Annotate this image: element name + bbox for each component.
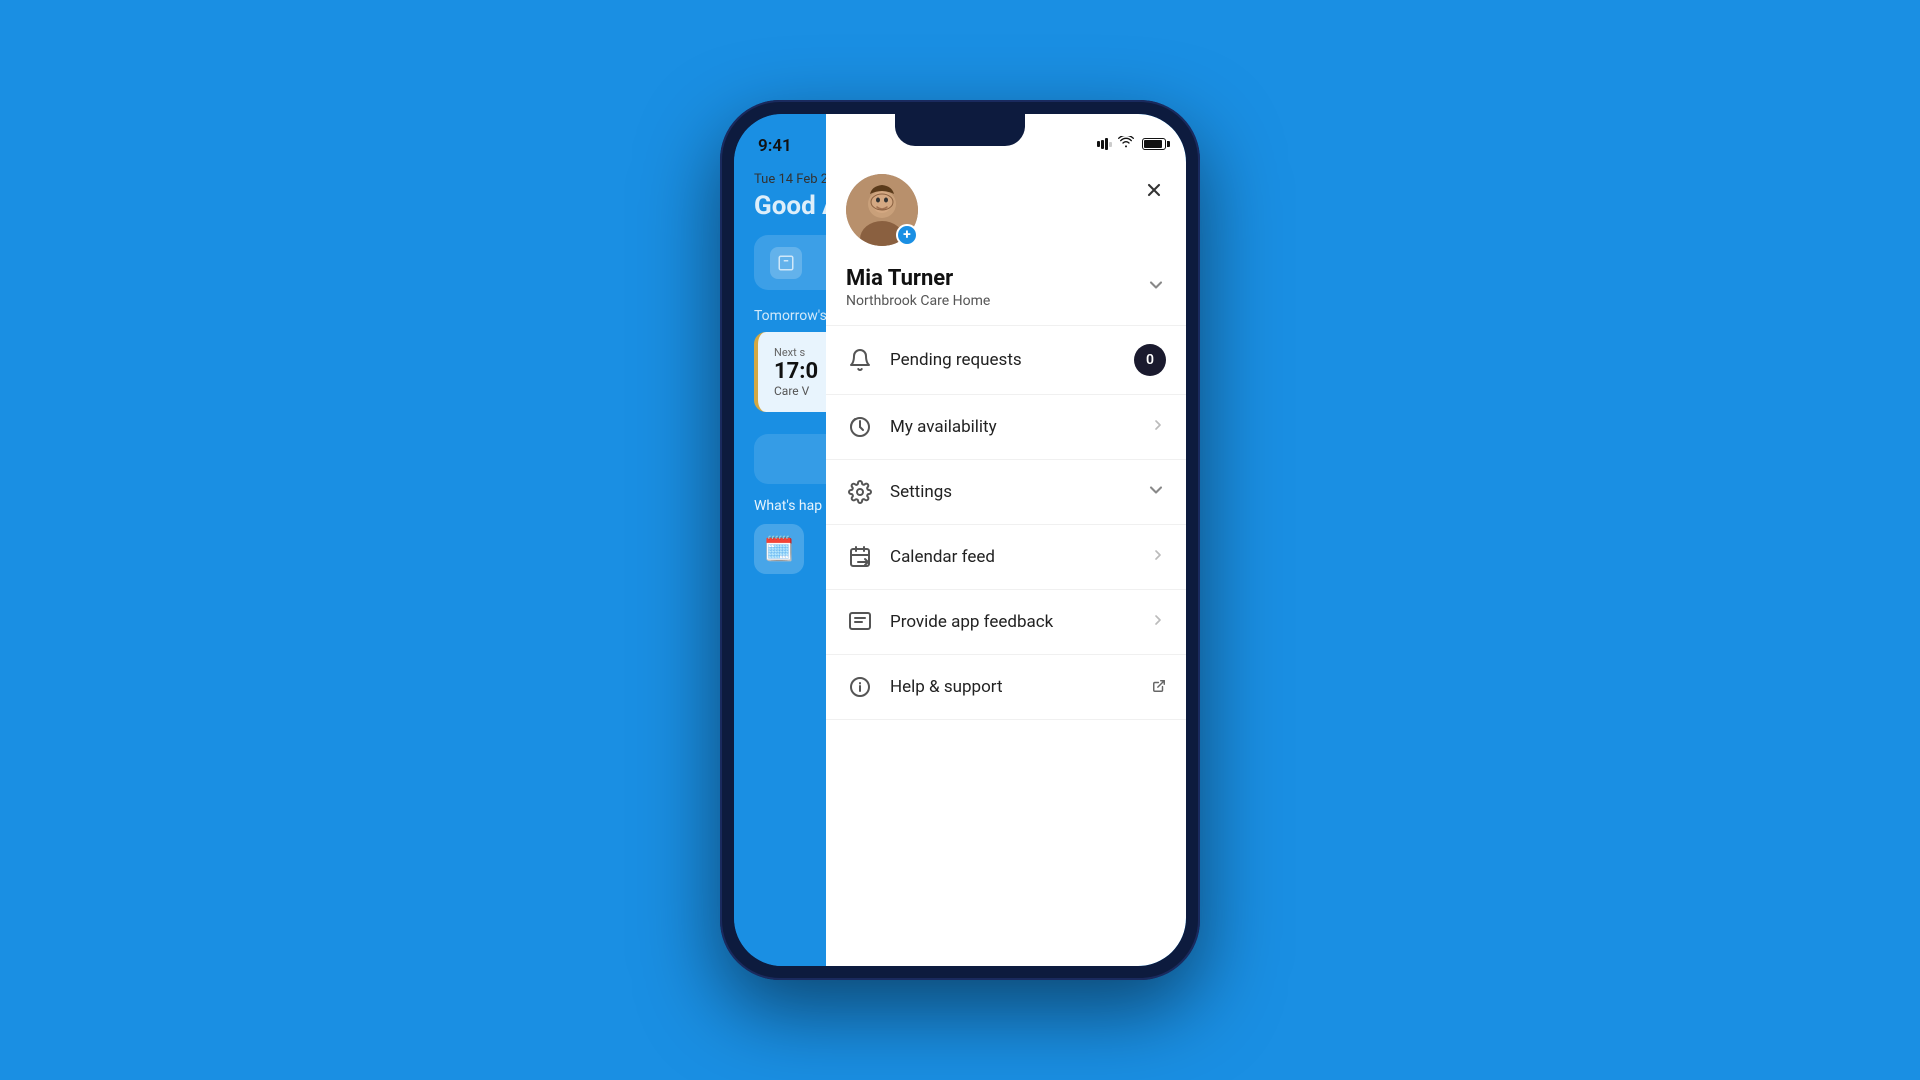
battery-icon <box>1142 138 1166 150</box>
phone-screen: 9:41 Tue 14 Feb 2 Good A Tomorrow's Next… <box>734 114 1186 966</box>
menu-item-pending-requests[interactable]: Pending requests 0 <box>826 326 1186 395</box>
menu-item-help-support[interactable]: Help & support <box>826 655 1186 720</box>
menu-list: Pending requests 0 My availability <box>826 326 1186 966</box>
bell-icon <box>846 346 874 374</box>
bg-time: 9:41 <box>758 136 792 156</box>
user-info[interactable]: Mia Turner Northbrook Care Home <box>826 266 1186 326</box>
menu-item-settings[interactable]: Settings <box>826 460 1186 525</box>
avatar-plus-button[interactable]: + <box>896 224 918 246</box>
chat-lines-icon <box>846 608 874 636</box>
user-organization: Northbrook Care Home <box>846 293 990 309</box>
close-button[interactable] <box>1138 174 1170 206</box>
user-name: Mia Turner <box>846 266 990 291</box>
notch <box>895 114 1025 146</box>
clock-icon <box>846 413 874 441</box>
menu-item-provide-app-feedback[interactable]: Provide app feedback <box>826 590 1186 655</box>
chevron-right-icon <box>1150 417 1166 438</box>
calendar-feed-chevron-icon <box>1150 547 1166 568</box>
gear-icon <box>846 478 874 506</box>
pending-requests-badge: 0 <box>1134 344 1166 376</box>
menu-item-calendar-feed[interactable]: Calendar feed <box>826 525 1186 590</box>
settings-label: Settings <box>890 482 1146 502</box>
calendar-arrow-icon <box>846 543 874 571</box>
provide-app-feedback-label: Provide app feedback <box>890 612 1150 632</box>
menu-item-my-availability[interactable]: My availability <box>826 395 1186 460</box>
info-circle-icon <box>846 673 874 701</box>
signal-icon <box>1097 138 1112 150</box>
my-availability-label: My availability <box>890 417 1150 437</box>
profile-header: + <box>826 164 1186 266</box>
profile-panel: + Mia Turner Northbrook Care Home <box>826 114 1186 966</box>
help-support-label-wrapper: Help & support <box>890 677 1166 697</box>
chevron-down-icon <box>1146 275 1166 300</box>
provide-feedback-chevron-icon <box>1150 612 1166 633</box>
settings-chevron-down-icon <box>1146 480 1166 505</box>
calendar-feed-label: Calendar feed <box>890 547 1150 567</box>
external-link-icon <box>1152 678 1166 697</box>
pending-requests-label: Pending requests <box>890 350 1134 370</box>
help-support-label: Help & support <box>890 677 1146 697</box>
phone-wrapper: 9:41 Tue 14 Feb 2 Good A Tomorrow's Next… <box>720 100 1200 980</box>
wifi-icon <box>1118 136 1134 152</box>
avatar-wrapper[interactable]: + <box>846 174 918 246</box>
